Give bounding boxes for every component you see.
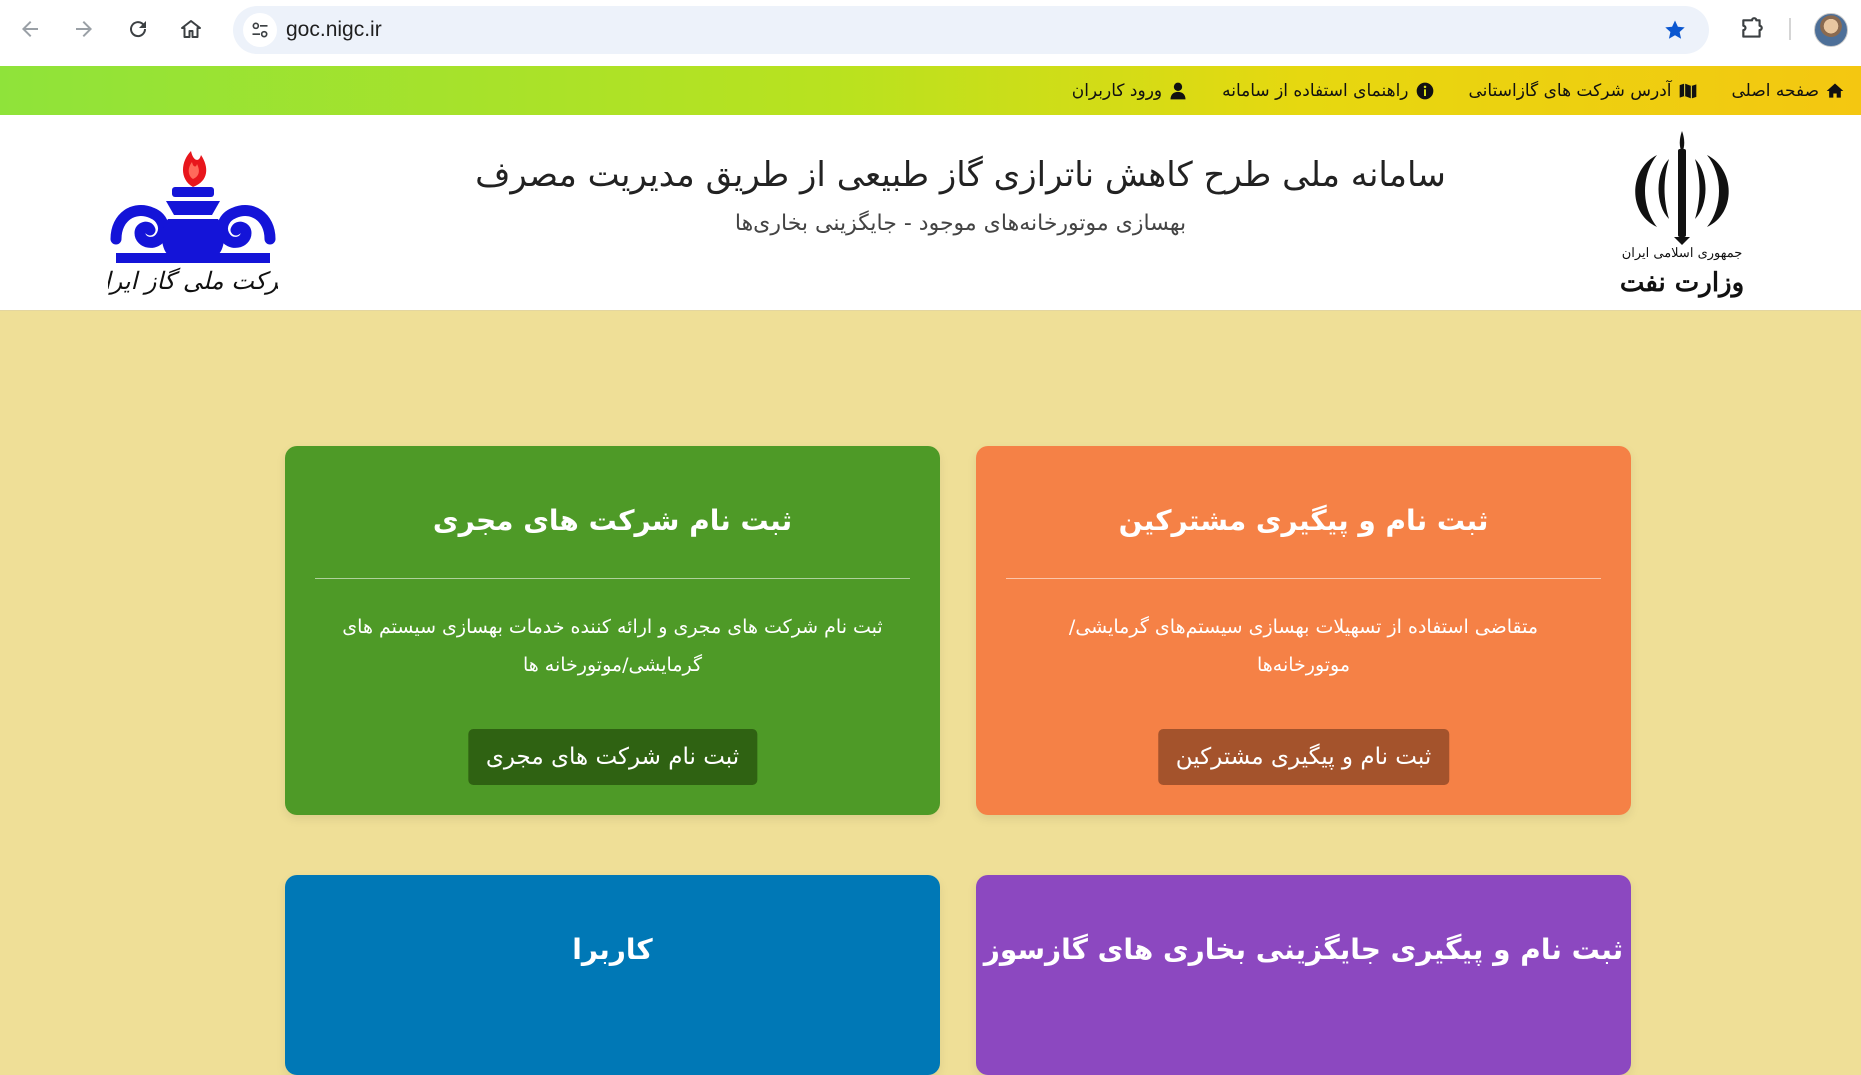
nav-user-guide-label: راهنمای استفاده از سامانه — [1222, 80, 1409, 101]
nav-user-guide[interactable]: راهنمای استفاده از سامانه — [1204, 81, 1450, 101]
card-contractor-description: ثبت نام شرکت های مجری و ارائه کننده خدما… — [342, 616, 883, 676]
card-users: کاربرا — [285, 875, 940, 1075]
nav-home[interactable]: صفحه اصلی — [1714, 81, 1861, 101]
browser-toolbar: goc.nigc.ir — [0, 0, 1861, 67]
card-heater-title: ثبت نام و پیگیری جایگزینی بخاری های گازس… — [983, 933, 1624, 966]
bookmark-star-icon[interactable] — [1663, 18, 1687, 42]
home-outline-icon — [181, 20, 201, 38]
site-header: شرکت ملی گاز ایران سامانه ملی طرح کاهش ن… — [0, 115, 1861, 311]
nav-home-label: صفحه اصلی — [1731, 80, 1819, 101]
card-customer-registration: ثبت نام و پیگیری مشترکین متقاضی استفاده … — [976, 446, 1631, 815]
nav-user-login-label: ورود کاربران — [1071, 80, 1163, 101]
info-icon — [1416, 82, 1433, 99]
card-contractor-registration: ثبت نام شرکت های مجری ثبت نام شرکت های م… — [285, 446, 940, 815]
card-customer-title: ثبت نام و پیگیری مشترکین — [1118, 504, 1489, 537]
page-subtitle-text: بهسازی موتورخانه‌های موجود - جایگزینی بخ… — [734, 211, 1187, 236]
reload-icon — [130, 21, 147, 38]
nav-gas-companies-address[interactable]: آدرس شرکت های گازاستانی — [1451, 81, 1714, 101]
nigc-logo-text: شرکت ملی گاز ایران — [108, 267, 278, 295]
extensions-button[interactable] — [1735, 12, 1769, 46]
site-top-nav: صفحه اصلی آدرس شرکت های گازاستانی راهنما… — [0, 66, 1861, 115]
tune-icon — [252, 22, 268, 38]
emblem-text-line1: جمهوری اسلامی ایران — [1622, 246, 1743, 261]
site-info-button[interactable] — [243, 13, 277, 47]
card-heater-replacement: ثبت نام و پیگیری جایگزینی بخاری های گازس… — [976, 875, 1631, 1075]
url-text[interactable]: goc.nigc.ir — [286, 18, 382, 42]
page-subtitle: بهسازی موتورخانه‌های موجود - جایگزینی بخ… — [0, 211, 1861, 236]
toolbar-separator — [1789, 18, 1791, 40]
page-title-text: سامانه ملی طرح کاهش ناترازی گاز طبیعی از… — [475, 155, 1446, 195]
puzzle-icon — [1742, 17, 1763, 38]
profile-avatar[interactable] — [1814, 13, 1848, 47]
customer-registration-button[interactable]: ثبت نام و پیگیری مشترکین — [1157, 729, 1450, 785]
back-button[interactable] — [14, 13, 46, 45]
top-nav-items: صفحه اصلی آدرس شرکت های گازاستانی راهنما… — [1054, 66, 1861, 115]
home-icon — [1826, 83, 1844, 98]
arrow-left-icon — [22, 21, 38, 37]
home-button[interactable] — [175, 13, 207, 45]
card-users-title: کاربرا — [572, 933, 653, 966]
map-icon — [1679, 83, 1696, 98]
page-title: سامانه ملی طرح کاهش ناترازی گاز طبیعی از… — [0, 155, 1861, 195]
user-icon — [1170, 82, 1186, 99]
forward-button[interactable] — [68, 13, 100, 45]
card-customer-description: متقاضی استفاده از تسهیلات بهسازی سیستم‌ه… — [1068, 616, 1539, 676]
contractor-registration-button[interactable]: ثبت نام شرکت های مجری — [467, 729, 758, 785]
nav-gas-companies-label: آدرس شرکت های گازاستانی — [1468, 80, 1672, 101]
card-contractor-title: ثبت نام شرکت های مجری — [432, 504, 793, 537]
reload-button[interactable] — [122, 13, 154, 45]
address-bar[interactable]: goc.nigc.ir — [233, 6, 1709, 54]
ministry-of-petroleum-emblem: جمهوری اسلامی ایران وزارت نفت — [1620, 131, 1744, 298]
card-customer-divider — [1006, 578, 1601, 579]
emblem-text-line2: وزارت نفت — [1620, 268, 1744, 298]
nav-user-login[interactable]: ورود کاربران — [1054, 81, 1204, 101]
arrow-right-icon — [76, 21, 92, 37]
card-contractor-divider — [315, 578, 910, 579]
